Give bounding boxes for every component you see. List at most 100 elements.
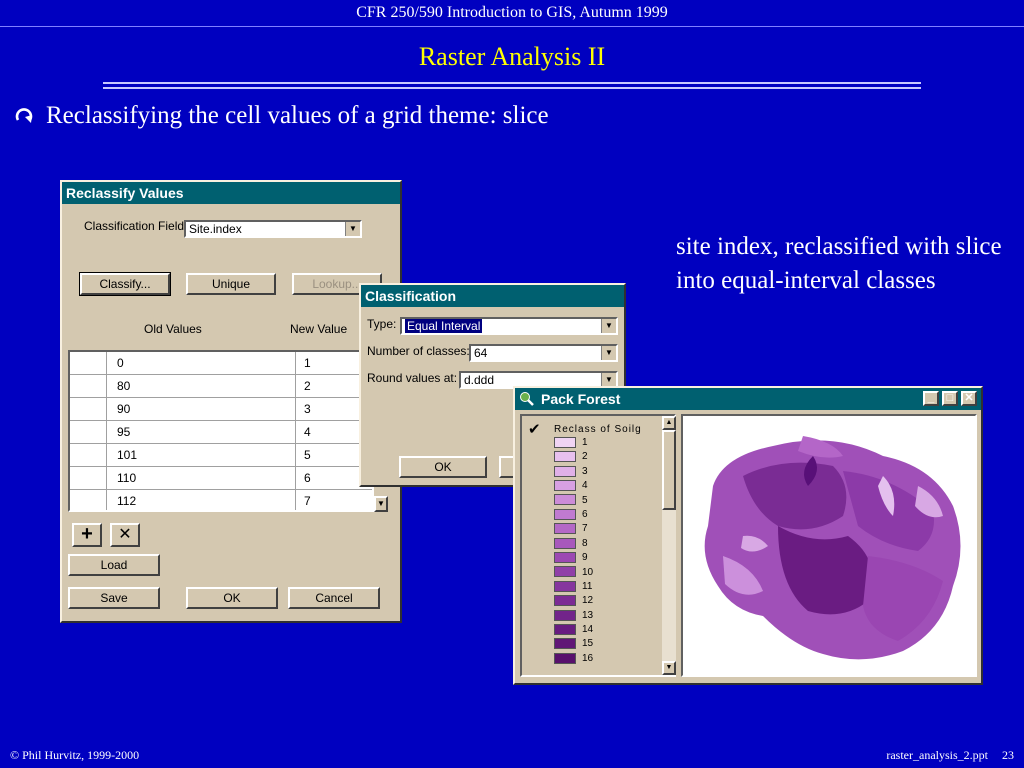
legend-item: 10 [554,566,593,580]
old-value-cell[interactable]: 90 [107,398,296,420]
footer-filename: raster_analysis_2.ppt [886,748,988,762]
legend-label: 16 [582,652,594,664]
number-of-classes-label: Number of classes: [367,344,470,358]
chevron-down-icon: ▼ [601,346,616,360]
legend-item: 16 [554,652,593,666]
legend-label: 2 [582,451,588,463]
legend-swatch [554,465,576,477]
close-icon: ✕ [964,392,974,404]
legend-swatch [554,566,576,578]
scroll-thumb[interactable] [662,430,676,510]
legend-item: 1 [554,436,593,450]
classify-button[interactable]: Classify... [79,272,171,296]
reclassify-values-dialog: Reclassify Values Classification Field: … [60,180,402,623]
legend-item: 13 [554,609,593,623]
maximize-icon: □ [946,392,954,404]
minimize-icon: _ [927,390,935,404]
maximize-button[interactable]: □ [942,391,958,406]
legend-label: 15 [582,638,594,650]
legend-item: 8 [554,537,593,551]
number-of-classes-select[interactable]: 64 ▼ [469,344,618,362]
legend-swatch [554,623,576,635]
legend-label: 8 [582,537,588,549]
legend-swatch [554,580,576,592]
legend-label: 11 [582,580,593,592]
legend-label: 14 [582,624,594,636]
classification-field-select[interactable]: Site.index ▼ [184,220,362,238]
legend-swatch [554,537,576,549]
reclassify-dialog-title: Reclassify Values [62,182,400,204]
add-row-button[interactable]: + [72,523,102,547]
chevron-down-icon: ▼ [665,664,673,671]
old-value-cell[interactable]: 0 [107,352,296,374]
legend-label: 10 [582,566,594,578]
type-label: Type: [367,317,397,331]
legend-scrollbar[interactable]: ▲ ▼ [662,416,676,675]
bullet-point: Reclassifying the cell values of a grid … [14,102,549,130]
pack-forest-window: Pack Forest _ □ ✕ ✔ Reclass of Soilg 123… [513,386,983,685]
legend-label: 7 [582,523,588,535]
chevron-down-icon: ▼ [377,499,385,508]
close-button[interactable]: ✕ [961,391,977,406]
legend-swatch [554,508,576,520]
chevron-up-icon: ▲ [665,419,673,426]
course-title: CFR 250/590 Introduction to GIS, Autumn … [356,4,668,21]
old-value-cell[interactable]: 110 [107,467,296,489]
reclass-raster-map [704,436,961,660]
legend-item: 12 [554,594,593,608]
cancel-button[interactable]: Cancel [288,587,380,609]
table-row[interactable]: 110 6 [70,467,372,490]
pack-forest-title-bar: Pack Forest _ □ ✕ [515,388,981,410]
old-value-cell[interactable]: 112 [107,490,296,510]
legend-swatch [554,638,576,650]
footer-file-info: raster_analysis_2.ppt 23 [886,748,1014,763]
table-row[interactable]: 90 3 [70,398,372,421]
footer-copyright: © Phil Hurvitz, 1999-2000 [10,748,140,762]
table-row[interactable]: 80 2 [70,375,372,398]
old-values-header: Old Values [144,322,202,336]
map-canvas[interactable] [681,414,977,677]
legend-item: 3 [554,465,593,479]
new-value-header: New Value [290,322,348,336]
new-value-cell[interactable]: 7 [296,490,372,510]
type-select[interactable]: Equal Interval ▼ [400,317,618,335]
scroll-down-button[interactable]: ▼ [662,661,676,675]
top-banner: CFR 250/590 Introduction to GIS, Autumn … [0,0,1024,27]
classification-field-label: Classification Field: [84,219,188,233]
table-row[interactable]: 101 5 [70,444,372,467]
old-value-cell[interactable]: 101 [107,444,296,466]
legend-swatch [554,595,576,607]
table-row[interactable]: 112 7 [70,490,372,510]
table-scroll-down-button[interactable]: ▼ [374,496,388,512]
legend-label: 3 [582,465,588,477]
scroll-up-button[interactable]: ▲ [662,416,676,430]
legend-item: 6 [554,508,593,522]
remove-row-button[interactable]: ✕ [110,523,140,547]
legend-swatch [554,451,576,463]
theme-visibility-checkbox[interactable]: ✔ [528,420,541,438]
minimize-button[interactable]: _ [923,391,939,406]
unique-button[interactable]: Unique [186,273,276,295]
legend-swatch [554,551,576,563]
legend-swatch [554,523,576,535]
classification-dialog-title: Classification [361,285,624,307]
round-values-label: Round values at: [367,371,458,385]
legend-label: 12 [582,595,594,607]
load-button[interactable]: Load [68,554,160,576]
legend-label: 6 [582,508,588,520]
chevron-down-icon: ▼ [601,373,616,387]
old-value-cell[interactable]: 95 [107,421,296,443]
legend-swatch [554,436,576,448]
legend-label: 13 [582,609,594,621]
old-value-cell[interactable]: 80 [107,375,296,397]
plus-icon: + [81,523,93,545]
title-divider [103,82,921,89]
table-row[interactable]: 95 4 [70,421,372,444]
table-row[interactable]: 01 [70,352,372,375]
save-button[interactable]: Save [68,587,160,609]
side-note: site index, reclassified with slice into… [676,233,1002,294]
classification-ok-button[interactable]: OK [399,456,487,478]
ok-button[interactable]: OK [186,587,278,609]
legend-item: 4 [554,479,593,493]
checkmark-icon: ✔ [528,421,541,438]
